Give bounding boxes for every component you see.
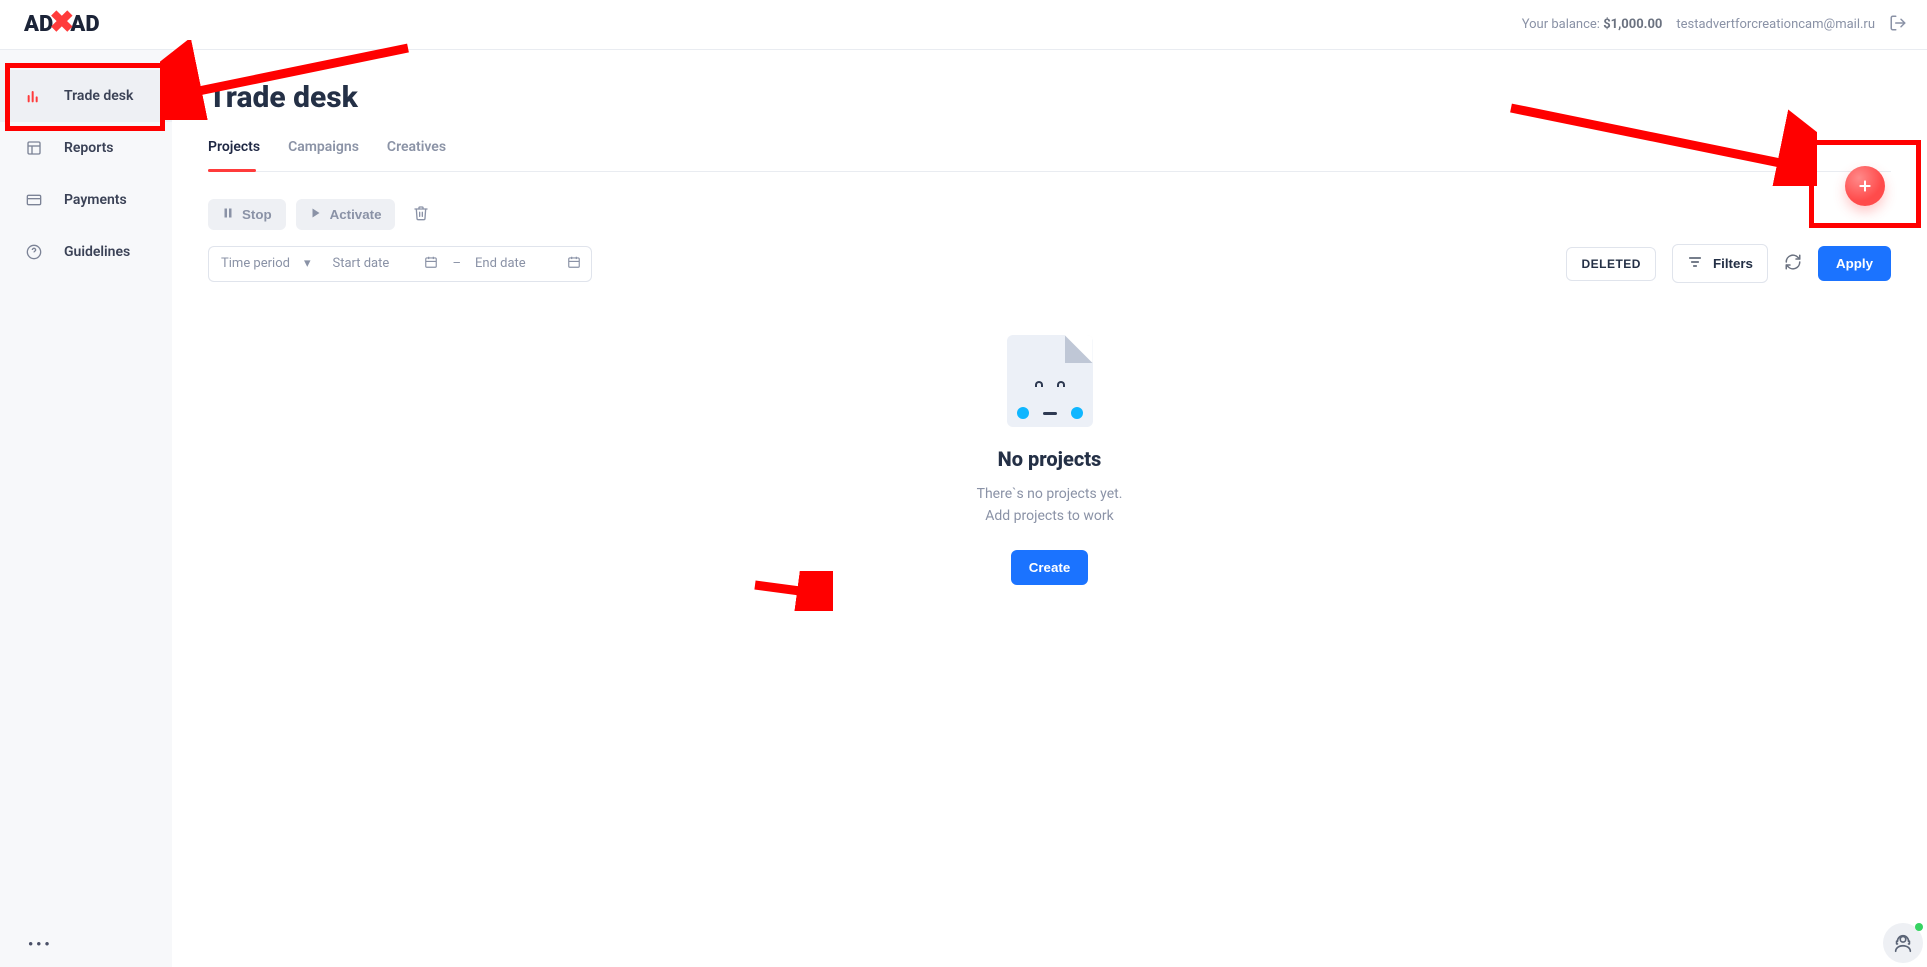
sidebar-item-payments[interactable]: Payments — [0, 174, 172, 226]
select-value: Time period — [221, 256, 290, 271]
content-wrap: Trade desk Reports Payments Guidelines — [0, 50, 1927, 967]
logout-icon[interactable] — [1889, 14, 1907, 36]
sidebar-item-guidelines[interactable]: Guidelines — [0, 226, 172, 278]
filters-left: Time period ▾ Start date – End date — [208, 246, 592, 282]
filter-icon — [1687, 254, 1703, 273]
sidebar-item-label: Reports — [64, 140, 114, 156]
main: Trade desk Projects Campaigns Creatives … — [172, 50, 1927, 967]
layout-icon — [26, 140, 44, 156]
placeholder: Start date — [332, 256, 396, 271]
app-logo[interactable]: AD ✖ AD — [24, 12, 100, 37]
empty-illustration — [1007, 335, 1093, 427]
bulk-actions: Stop Activate — [208, 198, 1891, 230]
date-separator: – — [446, 256, 467, 271]
placeholder: End date — [475, 256, 539, 271]
end-date-input[interactable]: End date — [475, 255, 581, 273]
credit-card-icon — [26, 192, 44, 208]
deleted-button[interactable]: DELETED — [1566, 247, 1656, 281]
sidebar-item-label: Guidelines — [64, 244, 130, 260]
sidebar-item-label: Payments — [64, 192, 127, 208]
tab-label: Projects — [208, 139, 260, 155]
sidebar-item-label: Trade desk — [64, 88, 133, 104]
date-range: Start date – End date — [322, 246, 592, 282]
add-fab[interactable] — [1845, 166, 1885, 206]
tab-label: Creatives — [387, 139, 446, 155]
sidebar-more-icon[interactable]: ••• — [28, 937, 53, 953]
support-fab[interactable] — [1883, 923, 1923, 963]
balance: Your balance: $1,000.00 — [1522, 17, 1663, 32]
logo-x-icon: ✖ — [49, 13, 74, 33]
refresh-button[interactable] — [1784, 253, 1802, 275]
filters-row: Time period ▾ Start date – End date — [208, 244, 1891, 283]
pause-icon — [222, 207, 234, 222]
delete-button[interactable] — [405, 198, 437, 230]
page-title: Trade desk — [208, 80, 1891, 115]
sidebar-item-trade-desk[interactable]: Trade desk — [0, 70, 172, 122]
logo-ad-right: AD — [70, 12, 99, 37]
balance-label: Your balance: — [1522, 17, 1603, 32]
user-email[interactable]: testadvertforcreationcam@mail.ru — [1676, 17, 1875, 32]
chevron-down-icon: ▾ — [304, 256, 311, 271]
button-label: Apply — [1836, 256, 1873, 271]
start-date-input[interactable]: Start date — [332, 255, 438, 273]
calendar-icon — [424, 255, 438, 273]
tab-projects[interactable]: Projects — [208, 133, 260, 171]
online-status-dot — [1915, 923, 1923, 931]
tab-creatives[interactable]: Creatives — [387, 133, 446, 171]
empty-subtitle: There`s no projects yet. Add projects to… — [208, 483, 1891, 528]
tab-campaigns[interactable]: Campaigns — [288, 133, 359, 171]
empty-state: No projects There`s no projects yet. Add… — [208, 335, 1891, 585]
help-circle-icon — [26, 244, 44, 260]
button-label: Stop — [242, 207, 272, 222]
trash-icon — [413, 205, 429, 224]
sidebar: Trade desk Reports Payments Guidelines — [0, 50, 172, 967]
filters-right: DELETED Filters Apply — [1566, 244, 1891, 283]
filters-button[interactable]: Filters — [1672, 244, 1768, 283]
plus-icon — [1857, 178, 1873, 194]
button-label: Filters — [1713, 256, 1753, 271]
topbar: AD ✖ AD Your balance: $1,000.00 testadve… — [0, 0, 1927, 50]
time-period-select[interactable]: Time period ▾ — [208, 246, 322, 282]
play-icon — [310, 207, 322, 222]
button-label: Create — [1029, 560, 1071, 575]
button-label: Activate — [330, 207, 382, 222]
activate-button[interactable]: Activate — [296, 199, 396, 230]
apply-button[interactable]: Apply — [1818, 246, 1891, 281]
balance-value: $1,000.00 — [1603, 17, 1662, 32]
bar-chart-icon — [26, 88, 44, 104]
stop-button[interactable]: Stop — [208, 199, 286, 230]
topbar-right: Your balance: $1,000.00 testadvertforcre… — [1522, 14, 1907, 36]
create-button[interactable]: Create — [1011, 550, 1089, 585]
button-label: DELETED — [1581, 257, 1641, 271]
calendar-icon — [567, 255, 581, 273]
empty-title: No projects — [208, 447, 1891, 471]
tabs: Projects Campaigns Creatives — [208, 133, 1891, 172]
sidebar-item-reports[interactable]: Reports — [0, 122, 172, 174]
tab-label: Campaigns — [288, 139, 359, 155]
